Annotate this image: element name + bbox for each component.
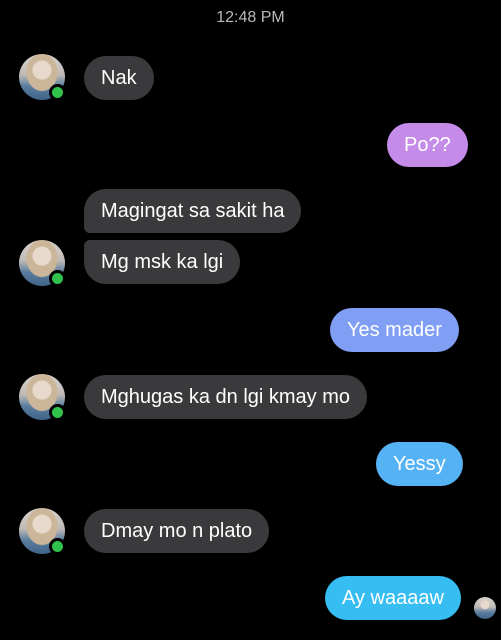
contact-avatar[interactable]: [19, 54, 66, 101]
online-status-icon: [49, 270, 66, 287]
incoming-message-bubble[interactable]: Mg msk ka lgi: [84, 240, 241, 284]
message-text: Ay waaaaw: [342, 587, 444, 609]
incoming-message-bubble[interactable]: Mghugas ka dn lgi kmay mo: [84, 375, 368, 419]
message-text: Magingat sa sakit ha: [101, 200, 285, 222]
outgoing-message-bubble[interactable]: Yes mader: [330, 308, 459, 352]
message-text: Yessy: [393, 453, 446, 475]
incoming-message-bubble[interactable]: Dmay mo n plato: [84, 509, 270, 553]
message-text: Po??: [404, 134, 451, 156]
message-text: Nak: [101, 67, 137, 89]
outgoing-message-bubble[interactable]: Yessy: [376, 442, 463, 486]
message-text: Mg msk ka lgi: [101, 251, 224, 273]
online-status-icon: [49, 538, 66, 555]
incoming-message-bubble[interactable]: Magingat sa sakit ha: [84, 189, 302, 233]
message-text: Yes mader: [347, 319, 442, 341]
outgoing-message-bubble[interactable]: Po??: [387, 123, 468, 167]
outgoing-message-bubble[interactable]: Ay waaaaw: [325, 576, 461, 620]
message-timestamp: 12:48 PM: [216, 9, 285, 26]
contact-avatar[interactable]: [19, 374, 66, 421]
contact-avatar[interactable]: [19, 240, 66, 287]
message-text: Mghugas ka dn lgi kmay mo: [101, 386, 351, 408]
online-status-icon: [49, 404, 66, 421]
message-text: Dmay mo n plato: [101, 520, 253, 542]
incoming-message-bubble[interactable]: Nak: [84, 56, 154, 100]
contact-avatar[interactable]: [19, 508, 66, 555]
seen-receipt-avatar: [474, 597, 496, 619]
online-status-icon: [49, 84, 66, 101]
